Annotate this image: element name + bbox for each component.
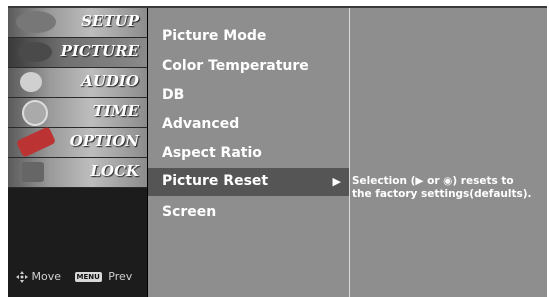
menu-item-label: DB	[162, 87, 185, 103]
help-text-line: Selection (▶ or ◉) resets to	[352, 175, 514, 187]
tab-label: AUDIO	[81, 72, 139, 90]
prev-label: Prev	[108, 270, 133, 283]
tab-audio[interactable]: AUDIO	[8, 68, 147, 98]
setup-icon	[16, 11, 56, 33]
tab-time[interactable]: TIME	[8, 98, 147, 128]
menu-item-color-temperature[interactable]: Color Temperature	[148, 53, 349, 81]
tab-label: SETUP	[81, 12, 139, 30]
help-panel: Selection (▶ or ◉) resets to the factory…	[350, 8, 547, 297]
tab-lock[interactable]: LOCK	[8, 158, 147, 188]
move-arrows-icon	[16, 271, 28, 283]
menu-item-label: Color Temperature	[162, 58, 309, 74]
right-arrow-icon: ▶	[332, 175, 341, 188]
menu-item-label: Picture Mode	[162, 28, 267, 44]
menu-key-icon: MENU	[74, 272, 102, 282]
menu-item-aspect-ratio[interactable]: Aspect Ratio	[148, 140, 349, 168]
menu-item-label: Advanced	[162, 116, 240, 132]
menu-item-screen[interactable]: Screen	[148, 199, 349, 227]
osd-screen: SETUP PICTURE AUDIO TIME OPTION LOCK Mov…	[8, 6, 547, 297]
option-icon	[15, 126, 57, 158]
picture-icon	[18, 42, 52, 62]
menu-item-label: Picture Reset	[162, 173, 269, 189]
audio-icon	[20, 72, 42, 92]
help-text: Selection (▶ or ◉) resets to the factory…	[352, 175, 546, 201]
help-text-line: the factory settings(defaults).	[352, 188, 532, 200]
tab-option[interactable]: OPTION	[8, 126, 147, 158]
menu-item-db[interactable]: DB	[148, 82, 349, 110]
menu-item-picture-mode[interactable]: Picture Mode	[148, 23, 349, 51]
clock-icon	[22, 100, 48, 126]
menu-item-picture-reset[interactable]: Picture Reset ▶	[148, 168, 349, 196]
picture-menu: Picture Mode Color Temperature DB Advanc…	[148, 8, 350, 297]
tab-setup[interactable]: SETUP	[8, 8, 147, 38]
tab-label: TIME	[92, 102, 139, 120]
menu-item-label: Aspect Ratio	[162, 145, 262, 161]
menu-item-label: Screen	[162, 204, 217, 220]
menu-item-advanced[interactable]: Advanced	[148, 111, 349, 139]
move-label: Move	[31, 270, 62, 283]
tab-label: LOCK	[90, 162, 139, 180]
tab-label: OPTION	[69, 132, 139, 150]
tab-picture[interactable]: PICTURE	[8, 38, 147, 68]
tab-label: PICTURE	[60, 42, 139, 60]
category-tab-panel: SETUP PICTURE AUDIO TIME OPTION LOCK Mov…	[8, 8, 148, 297]
navigation-hint: Move MENU Prev	[16, 270, 132, 283]
lock-icon	[22, 162, 44, 182]
